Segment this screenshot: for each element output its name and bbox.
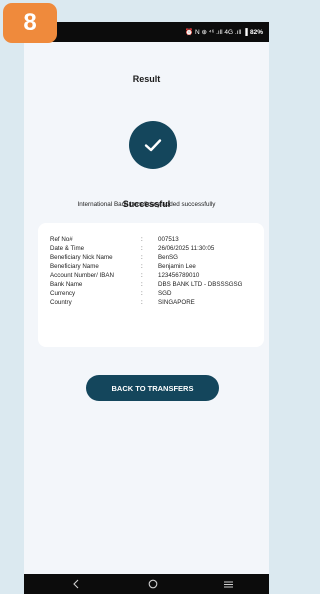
detail-row-currency: Currency : SGD bbox=[38, 289, 264, 298]
detail-value: 007513 bbox=[158, 236, 179, 243]
detail-row-ref: Ref No# : 007513 bbox=[38, 235, 264, 244]
detail-label: Beneficiary Name bbox=[50, 263, 99, 270]
phone-screen: ⏰ N ⊕ ⁴⁶ .ıll 4G .ıll ▌82% Result Succes… bbox=[24, 22, 269, 594]
detail-value: DBS BANK LTD - DBSSSGSG bbox=[158, 281, 243, 288]
detail-separator: : bbox=[141, 254, 143, 261]
detail-label: Currency bbox=[50, 290, 76, 297]
detail-label: Country bbox=[50, 299, 72, 306]
detail-value: Benjamin Lee bbox=[158, 263, 196, 270]
detail-value: BenSG bbox=[158, 254, 178, 261]
detail-row-country: Country : SINGAPORE bbox=[38, 298, 264, 307]
detail-row-account: Account Number/ IBAN : 123456789010 bbox=[38, 271, 264, 280]
detail-value: 26/06/2025 11:30:05 bbox=[158, 245, 215, 252]
detail-separator: : bbox=[141, 272, 143, 279]
detail-row-name: Beneficiary Name : Benjamin Lee bbox=[38, 262, 264, 271]
detail-separator: : bbox=[141, 281, 143, 288]
back-icon[interactable] bbox=[61, 574, 91, 594]
status-bar: ⏰ N ⊕ ⁴⁶ .ıll 4G .ıll ▌82% bbox=[24, 22, 269, 42]
detail-label: Beneficiary Nick Name bbox=[50, 254, 113, 261]
success-check-icon bbox=[129, 121, 177, 169]
page-title: Result bbox=[132, 74, 161, 84]
detail-value: 123456789010 bbox=[158, 272, 200, 279]
detail-label: Account Number/ IBAN bbox=[50, 272, 114, 279]
detail-value: SINGAPORE bbox=[158, 299, 195, 306]
battery-indicator: ▌82% bbox=[245, 28, 263, 36]
result-message: International Bank beneficiary added suc… bbox=[77, 201, 216, 208]
system-nav-bar bbox=[24, 574, 269, 594]
step-number-badge: 8 bbox=[3, 3, 57, 43]
detail-label: Ref No# bbox=[50, 236, 73, 243]
detail-separator: : bbox=[141, 290, 143, 297]
detail-row-date: Date & Time : 26/06/2025 11:30:05 bbox=[38, 244, 264, 253]
step-number: 8 bbox=[23, 9, 37, 36]
home-icon[interactable] bbox=[138, 574, 168, 594]
checkmark-icon bbox=[144, 139, 162, 152]
status-icons: ⏰ N ⊕ ⁴⁶ .ıll 4G .ıll bbox=[185, 29, 242, 36]
detail-separator: : bbox=[141, 299, 143, 306]
detail-separator: : bbox=[141, 263, 143, 270]
detail-separator: : bbox=[141, 245, 143, 252]
details-card: Ref No# : 007513 Date & Time : 26/06/202… bbox=[38, 223, 264, 347]
back-to-transfers-button[interactable]: BACK TO TRANSFERS bbox=[86, 375, 219, 401]
detail-row-bank: Bank Name : DBS BANK LTD - DBSSSGSG bbox=[38, 280, 264, 289]
detail-row-nickname: Beneficiary Nick Name : BenSG bbox=[38, 253, 264, 262]
detail-separator: : bbox=[141, 236, 143, 243]
detail-label: Bank Name bbox=[50, 281, 83, 288]
menu-icon[interactable] bbox=[213, 574, 243, 594]
detail-label: Date & Time bbox=[50, 245, 85, 252]
detail-value: SGD bbox=[158, 290, 172, 297]
